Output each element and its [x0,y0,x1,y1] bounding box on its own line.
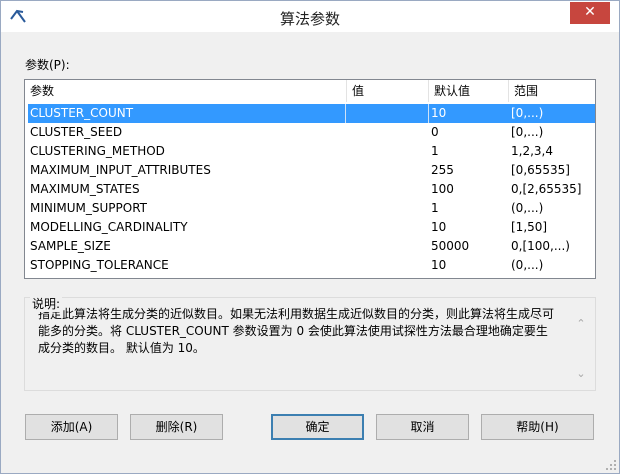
cell-default: 10 [431,220,447,234]
cell-value[interactable] [345,104,429,123]
cell-range: 1,2,3,4 [511,144,553,158]
cell-default: 50000 [431,239,470,253]
cell-range: [0,65535] [511,163,570,177]
delete-button[interactable]: 删除(R) [130,414,223,440]
table-row[interactable]: MAXIMUM_STATES 100 0,[2,65535] [28,180,595,199]
description-label: 说明: [30,295,63,312]
table-row[interactable]: MAXIMUM_INPUT_ATTRIBUTES 255 [0,65535] [28,161,595,180]
description-line: 能多的分类。将 CLUSTER_COUNT 参数设置为 0 会使此算法使用试探性… [38,324,548,338]
parameters-list[interactable]: 参数 值 默认值 范围 CLUSTER_COUNT 10 [0,...) CLUSTE… [24,79,596,279]
table-row[interactable]: CLUSTERING_METHOD 1 1,2,3,4 [28,142,595,161]
cell-range: [0,...) [511,125,544,139]
cell-value[interactable] [345,256,429,275]
list-header: 参数 值 默认值 范围 [25,80,595,102]
cell-default: 10 [431,106,447,120]
cell-parameter-name: SAMPLE_SIZE [30,239,111,253]
table-row[interactable]: STOPPING_TOLERANCE 10 (0,...) [28,256,595,275]
algorithm-parameters-dialog: 算法参数 ✕ 参数(P): 参数 值 默认值 范围 CLUSTER_COUNT 1… [0,0,620,474]
table-row[interactable]: CLUSTER_SEED 0 [0,...) [28,123,595,142]
dialog-body: 参数(P): 参数 值 默认值 范围 CLUSTER_COUNT 10 [0,...… [8,32,612,465]
cell-value[interactable] [345,123,429,142]
cell-default: 100 [431,182,454,196]
cell-default: 255 [431,163,454,177]
cell-default: 1 [431,144,439,158]
cell-value[interactable] [345,180,429,199]
cell-value[interactable] [345,199,429,218]
table-row[interactable]: MINIMUM_SUPPORT 1 (0,...) [28,199,595,218]
column-header-parameter[interactable]: 参数 [25,80,347,102]
cancel-button[interactable]: 取消 [376,414,469,440]
cell-parameter-name: MINIMUM_SUPPORT [30,201,148,215]
cell-range: 0,[2,65535] [511,182,582,196]
cell-parameter-name: MODELLING_CARDINALITY [30,220,188,234]
cell-parameter-name: CLUSTERING_METHOD [30,144,165,158]
table-row[interactable]: SAMPLE_SIZE 50000 0,[100,...) [28,237,595,256]
table-row[interactable]: MODELLING_CARDINALITY 10 [1,50] [28,218,595,237]
title-bar[interactable]: 算法参数 ✕ [1,1,619,32]
column-header-range[interactable]: 范围 [509,80,595,102]
cell-parameter-name: CLUSTER_COUNT [30,106,134,120]
table-row[interactable]: CLUSTER_COUNT 10 [0,...) [28,104,595,123]
cell-value[interactable] [345,237,429,256]
cell-value[interactable] [345,142,429,161]
cell-parameter-name: STOPPING_TOLERANCE [30,258,169,272]
cell-value[interactable] [345,161,429,180]
cell-range: (0,...) [511,201,544,215]
cell-default: 10 [431,258,447,272]
close-icon: ✕ [584,4,596,20]
close-button[interactable]: ✕ [570,2,610,24]
description-line: 成分类的数目。 默认值为 10。 [38,341,205,355]
window-title: 算法参数 [279,10,340,28]
cell-range: 0,[100,...) [511,239,570,253]
description-box: 指定此算法将生成分类的近似数目。如果无法利用数据生成近似数目的分类，则此算法将生… [24,297,596,391]
resize-grip-icon[interactable] [605,459,617,471]
cell-value[interactable] [345,218,429,237]
cell-range: (0,...) [511,258,544,272]
add-button[interactable]: 添加(A) [25,414,118,440]
chevron-down-icon[interactable]: ⌄ [575,368,587,380]
cell-parameter-name: MAXIMUM_INPUT_ATTRIBUTES [30,163,211,177]
description-line: 指定此算法将生成分类的近似数目。如果无法利用数据生成近似数目的分类，则此算法将生… [38,307,555,321]
cell-parameter-name: CLUSTER_SEED [30,125,123,139]
ok-button[interactable]: 确定 [271,414,364,440]
parameters-label: 参数(P): [25,58,70,72]
chevron-up-icon[interactable]: ⌃ [575,318,587,330]
help-button[interactable]: 帮助(H) [481,414,594,440]
description-text: 指定此算法将生成分类的近似数目。如果无法利用数据生成近似数目的分类，则此算法将生… [38,306,558,357]
cell-range: [0,...) [511,106,544,120]
column-header-value[interactable]: 值 [347,80,429,102]
column-header-default[interactable]: 默认值 [429,80,509,102]
cell-default: 0 [431,125,439,139]
cell-default: 1 [431,201,439,215]
cell-range: [1,50] [511,220,548,234]
cell-parameter-name: MAXIMUM_STATES [30,182,140,196]
